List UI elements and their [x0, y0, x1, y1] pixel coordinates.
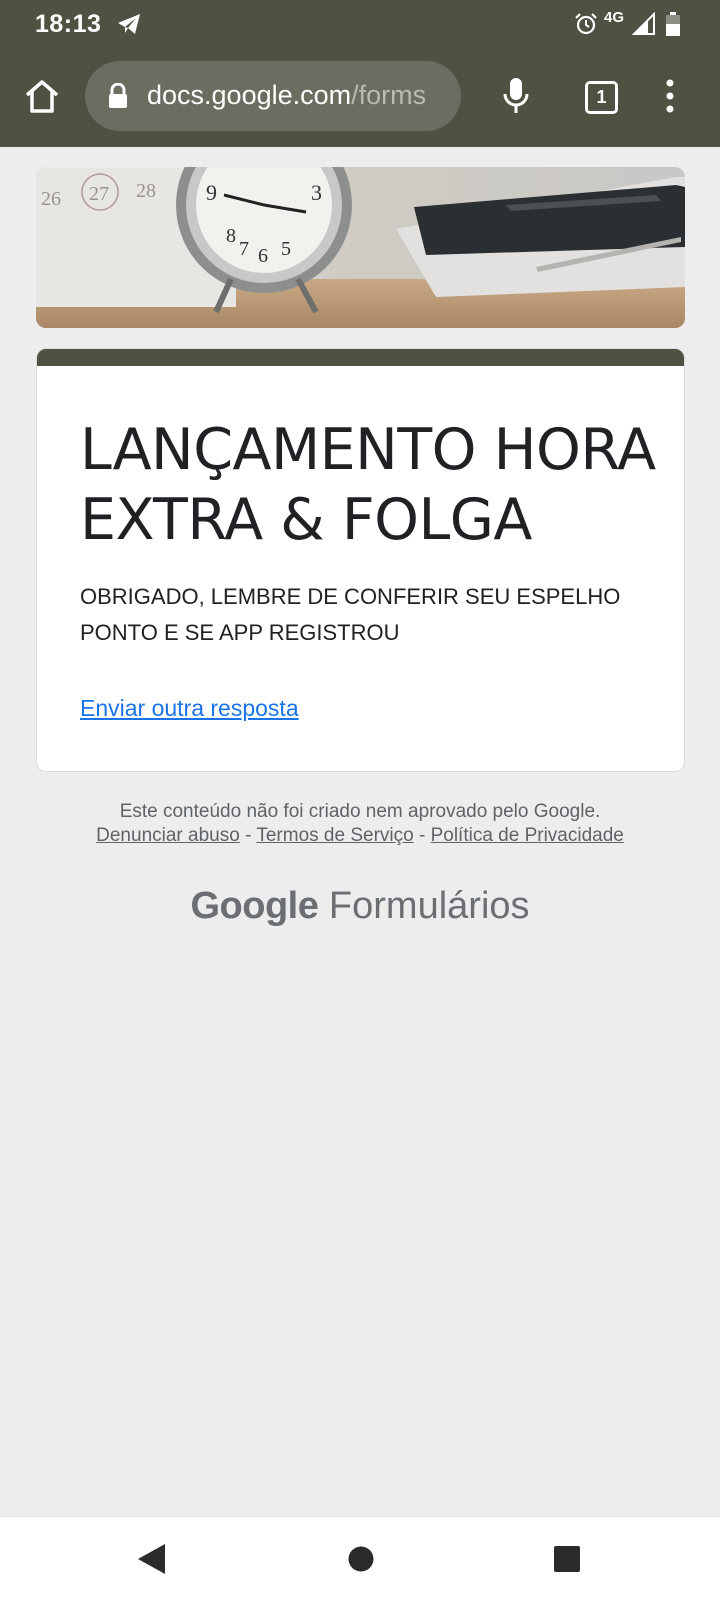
confirmation-card: LANÇAMENTO HORA EXTRA & FOLGA OBRIGADO, … [36, 348, 685, 772]
footer-links: Denunciar abuso - Termos de Serviço - Po… [0, 824, 720, 848]
svg-text:8: 8 [226, 225, 236, 247]
recents-icon[interactable] [554, 1546, 580, 1572]
url-host: docs.google.com [147, 80, 352, 110]
confirmation-message: OBRIGADO, LEMBRE DE CONFERIR SEU ESPELHO… [80, 584, 621, 645]
svg-text:28: 28 [136, 180, 156, 202]
svg-text:3: 3 [311, 180, 322, 205]
svg-text:9: 9 [206, 180, 217, 205]
status-bar: 18:13 4G [0, 0, 720, 48]
brand-google: Google [190, 885, 319, 927]
network-type: 4G [604, 9, 625, 26]
brand-product: Formulários [328, 885, 530, 927]
lock-icon [109, 83, 127, 108]
svg-text:5: 5 [281, 238, 291, 260]
svg-text:6: 6 [258, 245, 268, 267]
mic-icon[interactable] [501, 76, 531, 116]
alarm-icon [575, 13, 597, 35]
url-text: docs.google.com/forms [147, 80, 426, 111]
browser-top-bar: 18:13 4G docs.google.com/forms 1 [0, 0, 720, 147]
tabs-icon[interactable]: 1 [585, 81, 618, 114]
more-vert-icon[interactable] [662, 78, 678, 114]
form-header-image: 26 27 28 9 3 8 7 6 5 [36, 167, 685, 328]
svg-text:26: 26 [41, 188, 61, 210]
google-forms-logo[interactable]: Google Formulários [0, 885, 720, 928]
alarm-clock-photo: 26 27 28 9 3 8 7 6 5 [36, 167, 685, 328]
footer-separator: - [239, 825, 257, 846]
back-icon[interactable] [135, 1542, 167, 1576]
url-path: /forms [351, 80, 427, 110]
footer-separator: - [413, 825, 431, 846]
report-abuse-link[interactable]: Denunciar abuso [96, 825, 240, 846]
url-bar[interactable]: docs.google.com/forms [85, 61, 461, 131]
home-icon[interactable] [22, 76, 62, 116]
card-accent-bar [37, 349, 684, 366]
svg-text:27: 27 [89, 183, 109, 205]
address-bar-row: docs.google.com/forms 1 [0, 48, 720, 147]
terms-of-service-link[interactable]: Termos de Serviço [256, 825, 413, 846]
telegram-icon [118, 14, 140, 34]
home-circle-icon[interactable] [348, 1546, 374, 1572]
submit-another-response-link[interactable]: Enviar outra resposta [80, 695, 299, 722]
signal-icon [632, 12, 655, 35]
form-footer: Este conteúdo não foi criado nem aprovad… [0, 800, 720, 848]
form-title: LANÇAMENTO HORA EXTRA & FOLGA [80, 417, 656, 553]
battery-icon [666, 12, 680, 36]
google-disclaimer: Este conteúdo não foi criado nem aprovad… [119, 801, 601, 822]
svg-text:7: 7 [239, 238, 249, 260]
system-nav-bar [0, 1516, 720, 1601]
status-time: 18:13 [35, 10, 102, 38]
privacy-policy-link[interactable]: Política de Privacidade [431, 825, 624, 846]
